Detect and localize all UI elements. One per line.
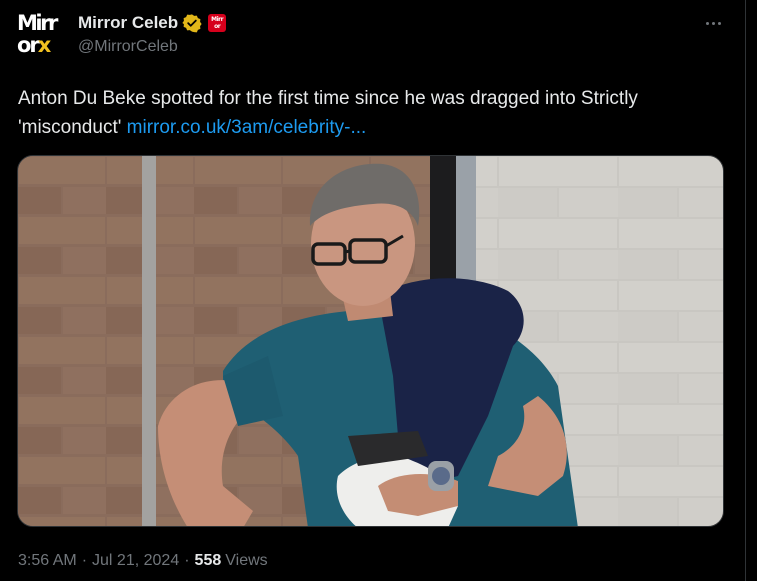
views-count: 558 (194, 552, 222, 569)
avatar-logo-or: or (17, 33, 40, 57)
meta-separator: · (81, 552, 88, 569)
avatar-logo-bottom: orx (17, 34, 67, 60)
column-divider (745, 0, 746, 581)
tweet-header: Mirror Celeb Mirr or @MirrorCeleb (78, 11, 678, 59)
avatar-logo-x: x (37, 33, 51, 57)
handle[interactable]: @MirrorCeleb (78, 35, 678, 59)
tweet-photo[interactable] (17, 155, 724, 527)
tweet-meta: 3:56 AM · Jul 21, 2024 · 558 Views (18, 549, 268, 573)
views-label: Views (225, 552, 268, 569)
affiliate-badge-bottom: or (214, 23, 221, 30)
name-row: Mirror Celeb Mirr or (78, 11, 678, 35)
display-name[interactable]: Mirror Celeb (78, 13, 178, 33)
tweet-time[interactable]: 3:56 AM (18, 549, 77, 573)
tweet-card[interactable]: Mirr orx Mirror Celeb Mirr or @MirrorCel… (0, 0, 745, 581)
avatar[interactable]: Mirr orx (17, 10, 67, 60)
tweet-text: Anton Du Beke spotted for the first time… (18, 84, 728, 142)
meta-separator: · (184, 552, 190, 569)
affiliate-badge[interactable]: Mirr or (208, 14, 227, 32)
photo-illustration (18, 156, 723, 526)
tweet-date[interactable]: Jul 21, 2024 (92, 549, 179, 573)
affiliate-badge-top: Mirr (211, 16, 224, 23)
more-options-icon[interactable] (700, 10, 726, 36)
gold-verified-badge-icon[interactable] (182, 13, 202, 33)
avatar-logo-top: Mirr (17, 11, 58, 35)
tweet-link[interactable]: mirror.co.uk/3am/celebrity-... (127, 117, 367, 138)
